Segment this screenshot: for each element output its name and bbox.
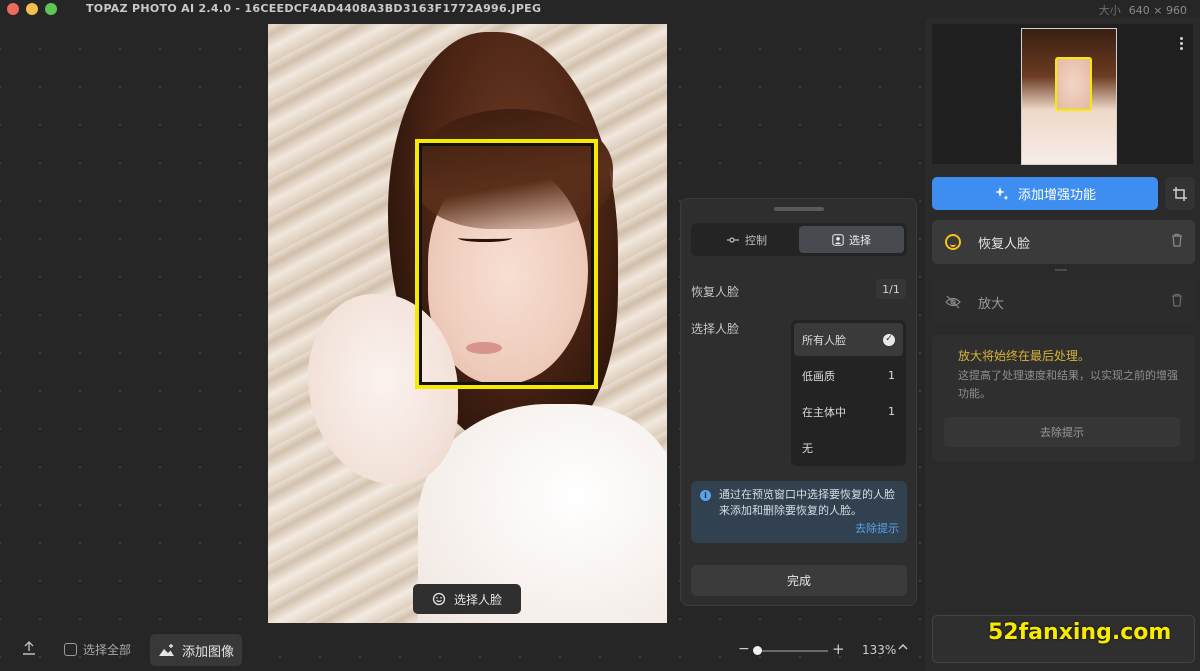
watermark-text: 52fanxing.com (988, 620, 1172, 645)
select-face-label: 选择人脸 (691, 322, 740, 336)
face-option-count: 1 (888, 369, 895, 382)
app-window: TOPAZ PHOTO AI 2.4.0 - 16CEEDCF4AD4408A3… (0, 0, 1200, 671)
zoom-slider-track[interactable] (754, 650, 828, 652)
enhancement-label: 放大 (978, 296, 1005, 312)
popover-drag-handle[interactable] (774, 207, 824, 211)
smile-icon (432, 592, 446, 606)
crop-icon (1173, 186, 1187, 201)
chevron-up-icon[interactable] (898, 640, 908, 654)
zoom-window-button[interactable] (45, 3, 57, 15)
minimize-window-button[interactable] (26, 3, 38, 15)
note-title: 放大将始终在最后处理。 (958, 349, 1091, 363)
face-option-none[interactable]: 无 (794, 431, 903, 464)
add-image-button[interactable]: 添加图像 (150, 634, 242, 666)
face-filter-list: 所有人脸 ✓ 低画质 1 在主体中 1 无 (791, 320, 906, 466)
tab-control[interactable]: 控制 (694, 226, 799, 253)
sliders-icon (727, 236, 739, 243)
restore-face-count: 1/1 (876, 279, 906, 299)
face-option-count: 1 (888, 405, 895, 418)
image-size-info: 大小 640 × 960 (1099, 2, 1187, 18)
select-face-button-label: 选择人脸 (453, 592, 502, 607)
add-enhancement-button[interactable]: 添加增强功能 (932, 177, 1158, 210)
upscale-note-card: 放大将始终在最后处理。 这提高了处理速度和结果，以实现之前的增强功能。 去除提示 (932, 335, 1195, 461)
note-body: 这提高了处理速度和结果，以实现之前的增强功能。 (958, 369, 1178, 400)
title-bar: TOPAZ PHOTO AI 2.4.0 - 16CEEDCF4AD4408A3… (0, 0, 1200, 18)
zoom-in-button[interactable]: + (832, 640, 845, 658)
tab-select[interactable]: 选择 (799, 226, 904, 253)
upload-icon[interactable] (20, 640, 38, 658)
face-option-low-quality[interactable]: 低画质 1 (794, 359, 903, 392)
person-icon (832, 233, 844, 246)
zoom-level: 133% (862, 643, 897, 657)
select-all-checkbox[interactable]: 选择全部 (64, 641, 131, 658)
smile-icon (944, 233, 962, 251)
face-option-in-subject[interactable]: 在主体中 1 (794, 395, 903, 428)
crop-button[interactable] (1165, 177, 1195, 210)
tab-select-label: 选择 (849, 233, 871, 247)
face-option-label: 低画质 (802, 369, 835, 383)
done-button[interactable]: 完成 (691, 565, 907, 596)
dismiss-note-button[interactable]: 去除提示 (944, 417, 1180, 447)
face-option-label: 所有人脸 (802, 333, 846, 347)
detected-face-box[interactable] (415, 139, 598, 389)
face-option-label: 在主体中 (802, 405, 846, 419)
face-option-all[interactable]: 所有人脸 ✓ (794, 323, 903, 356)
select-all-label: 选择全部 (83, 643, 132, 657)
tip-text: 通过在预览窗口中选择要恢复的人脸来添加和删除要恢复的人脸。 (719, 488, 895, 517)
navigator-thumbnail[interactable] (1021, 28, 1117, 165)
add-image-label: 添加图像 (181, 644, 234, 660)
zoom-slider-handle[interactable] (753, 646, 762, 655)
trash-icon[interactable] (1171, 293, 1183, 311)
window-title: TOPAZ PHOTO AI 2.4.0 - 16CEEDCF4AD4408A3… (86, 2, 542, 15)
enhancement-divider (1055, 269, 1067, 271)
tip-box: i 通过在预览窗口中选择要恢复的人脸来添加和删除要恢复的人脸。 去除提示 (691, 481, 907, 543)
add-enhancement-label: 添加增强功能 (1017, 188, 1096, 203)
tab-control-label: 控制 (745, 233, 767, 247)
enhancement-upscale[interactable]: 放大 (932, 280, 1195, 324)
dismiss-tip-link[interactable]: 去除提示 (855, 521, 899, 537)
checkbox-icon (64, 643, 77, 656)
face-select-popover: 控制 选择 恢复人脸 1/1 选择人脸 所有人脸 ✓ 低画质 1 在主体中 1 … (680, 198, 917, 606)
image-size-value: 640 × 960 (1128, 4, 1187, 17)
close-window-button[interactable] (7, 3, 19, 15)
info-icon: i (700, 490, 711, 501)
select-face-button[interactable]: 选择人脸 (413, 584, 521, 614)
popover-tabs: 控制 选择 (691, 223, 907, 256)
trash-icon[interactable] (1171, 233, 1183, 251)
image-plus-icon (158, 644, 174, 656)
check-icon: ✓ (883, 333, 895, 346)
more-options-icon[interactable] (1180, 37, 1184, 50)
eye-slash-icon (944, 293, 962, 311)
navigator-face-box (1055, 57, 1092, 111)
image-size-label: 大小 (1098, 4, 1121, 17)
enhancement-label: 恢复人脸 (978, 236, 1031, 252)
restore-face-label: 恢复人脸 (691, 285, 740, 299)
face-option-label: 无 (802, 441, 813, 455)
sparkle-icon (994, 186, 1009, 200)
right-sidebar: 添加增强功能 恢复人脸 放大 放大将始终在最后处理。 这提高了处理速度和结果，以… (925, 18, 1200, 671)
navigator-panel (932, 24, 1193, 165)
zoom-out-button[interactable]: − (738, 641, 750, 657)
enhancement-restore-face[interactable]: 恢复人脸 (932, 220, 1195, 264)
